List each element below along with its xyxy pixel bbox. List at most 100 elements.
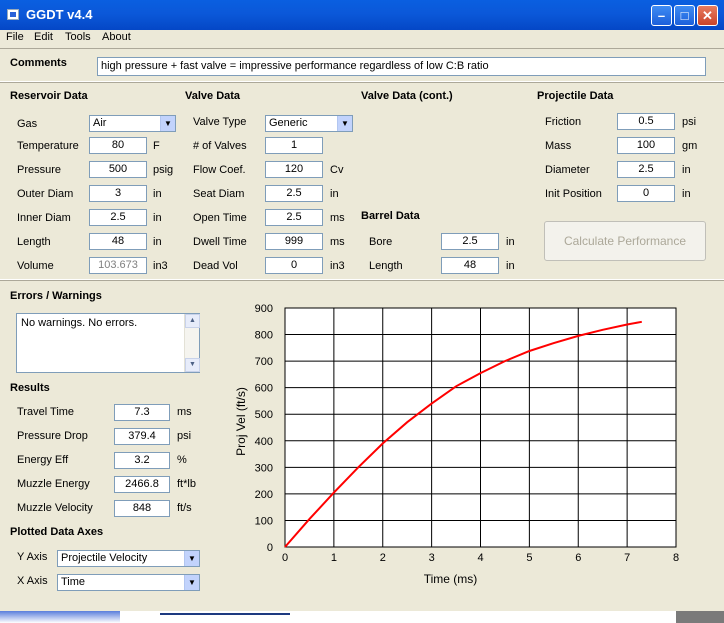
x-tick-label: 4 bbox=[477, 552, 483, 564]
chevron-down-icon: ▼ bbox=[184, 575, 199, 590]
x-tick-label: 3 bbox=[429, 552, 435, 564]
menu-about[interactable]: About bbox=[102, 31, 131, 43]
results-title: Results bbox=[10, 382, 50, 394]
x-tick-label: 0 bbox=[282, 552, 288, 564]
outer-diam-input[interactable]: 3 bbox=[89, 185, 147, 202]
mass-unit: gm bbox=[682, 140, 698, 152]
close-icon: ✕ bbox=[702, 8, 713, 23]
reservoir-length-input[interactable]: 48 bbox=[89, 233, 147, 250]
minimize-icon: – bbox=[657, 8, 666, 23]
mass-input[interactable]: 100 bbox=[617, 137, 675, 154]
y-axis-select[interactable]: Projectile Velocity ▼ bbox=[57, 550, 200, 567]
diameter-label: Diameter bbox=[545, 164, 590, 176]
friction-input[interactable]: 0.5 bbox=[617, 113, 675, 130]
inner-diam-input[interactable]: 2.5 bbox=[89, 209, 147, 226]
y-tick-label: 700 bbox=[255, 356, 273, 368]
muzzle-energy-unit: ft*lb bbox=[177, 478, 196, 490]
valve-type-select[interactable]: Generic ▼ bbox=[265, 115, 353, 132]
errors-scrollbar[interactable]: ▲ ▼ bbox=[184, 314, 200, 372]
flow-coef-input[interactable]: 120 bbox=[265, 161, 323, 178]
menu-tools[interactable]: Tools bbox=[65, 31, 91, 43]
bore-unit: in bbox=[506, 236, 515, 248]
errors-textbox[interactable]: No warnings. No errors. ▲ ▼ bbox=[16, 313, 200, 373]
scroll-down-icon[interactable]: ▼ bbox=[185, 358, 200, 372]
pressure-drop-label: Pressure Drop bbox=[17, 430, 88, 442]
errors-title: Errors / Warnings bbox=[10, 290, 102, 302]
travel-time-unit: ms bbox=[177, 406, 192, 418]
dead-vol-input[interactable]: 0 bbox=[265, 257, 323, 274]
x-tick-label: 7 bbox=[624, 552, 630, 564]
y-axis-title: Proj Vel (ft/s) bbox=[234, 387, 248, 456]
open-time-label: Open Time bbox=[193, 212, 247, 224]
comments-label: Comments bbox=[10, 57, 67, 69]
bore-input[interactable]: 2.5 bbox=[441, 233, 499, 250]
pressure-drop-unit: psi bbox=[177, 430, 192, 442]
temperature-input[interactable]: 80 bbox=[89, 137, 147, 154]
reservoir-length-unit: in bbox=[153, 236, 162, 248]
scroll-up-icon[interactable]: ▲ bbox=[185, 314, 200, 328]
outer-diam-label: Outer Diam bbox=[17, 188, 74, 200]
calculate-performance-button[interactable]: Calculate Performance bbox=[544, 221, 706, 261]
maximize-button[interactable]: □ bbox=[674, 5, 695, 26]
x-axis-title: Time (ms) bbox=[424, 572, 478, 586]
barrel-length-input[interactable]: 48 bbox=[441, 257, 499, 274]
minimize-button[interactable]: – bbox=[651, 5, 672, 26]
diameter-input[interactable]: 2.5 bbox=[617, 161, 675, 178]
seat-diam-input[interactable]: 2.5 bbox=[265, 185, 323, 202]
gas-select[interactable]: Air ▼ bbox=[89, 115, 176, 132]
y-tick-label: 400 bbox=[255, 436, 273, 448]
chevron-down-icon: ▼ bbox=[160, 116, 175, 131]
x-tick-label: 8 bbox=[673, 552, 679, 564]
close-button[interactable]: ✕ bbox=[697, 5, 718, 26]
diameter-unit: in bbox=[682, 164, 691, 176]
x-tick-label: 1 bbox=[331, 552, 337, 564]
open-time-input[interactable]: 2.5 bbox=[265, 209, 323, 226]
gas-label: Gas bbox=[17, 118, 38, 130]
seat-diam-unit: in bbox=[330, 188, 339, 200]
comments-input[interactable]: high pressure + fast valve = impressive … bbox=[97, 57, 706, 76]
init-position-unit: in bbox=[682, 188, 691, 200]
barrel-title: Barrel Data bbox=[361, 210, 420, 222]
x-axis-value: Time bbox=[61, 576, 86, 588]
y-tick-label: 600 bbox=[255, 383, 273, 395]
open-time-unit: ms bbox=[330, 212, 345, 224]
maximize-icon: □ bbox=[680, 8, 689, 23]
barrel-length-unit: in bbox=[506, 260, 515, 272]
pressure-drop-output: 379.4 bbox=[114, 428, 170, 445]
y-tick-label: 800 bbox=[255, 330, 273, 342]
mass-label: Mass bbox=[545, 140, 572, 152]
menu-file[interactable]: File bbox=[6, 31, 24, 43]
y-tick-label: 100 bbox=[255, 515, 273, 527]
x-axis-select[interactable]: Time ▼ bbox=[57, 574, 200, 591]
volume-output: 103.673 bbox=[89, 257, 147, 274]
init-position-input[interactable]: 0 bbox=[617, 185, 675, 202]
window-title: GGDT v4.4 bbox=[26, 7, 93, 22]
y-tick-label: 900 bbox=[255, 303, 273, 315]
dwell-time-input[interactable]: 999 bbox=[265, 233, 323, 250]
chevron-down-icon: ▼ bbox=[337, 116, 352, 131]
valve-count-label: # of Valves bbox=[193, 140, 247, 152]
valve-type-label: Valve Type bbox=[193, 116, 247, 128]
travel-time-label: Travel Time bbox=[17, 406, 75, 418]
pressure-input[interactable]: 500 bbox=[89, 161, 147, 178]
gas-select-value: Air bbox=[93, 117, 107, 129]
x-axis-label: X Axis bbox=[17, 575, 48, 587]
travel-time-output: 7.3 bbox=[114, 404, 170, 421]
bore-label: Bore bbox=[369, 236, 393, 248]
reservoir-length-label: Length bbox=[17, 236, 51, 248]
taskbar-strip bbox=[0, 611, 724, 623]
app-icon[interactable] bbox=[7, 9, 19, 20]
muzzle-velocity-output: 848 bbox=[114, 500, 170, 517]
inner-diam-unit: in bbox=[153, 212, 162, 224]
temperature-unit: F bbox=[153, 140, 160, 152]
dwell-time-unit: ms bbox=[330, 236, 345, 248]
volume-label: Volume bbox=[17, 260, 54, 272]
valve-count-input[interactable]: 1 bbox=[265, 137, 323, 154]
plotted-axes-title: Plotted Data Axes bbox=[10, 526, 104, 538]
projectile-title: Projectile Data bbox=[537, 90, 614, 102]
temperature-label: Temperature bbox=[17, 140, 79, 152]
inner-diam-label: Inner Diam bbox=[17, 212, 71, 224]
menu-edit[interactable]: Edit bbox=[34, 31, 53, 43]
energy-eff-unit: % bbox=[177, 454, 187, 466]
outer-diam-unit: in bbox=[153, 188, 162, 200]
